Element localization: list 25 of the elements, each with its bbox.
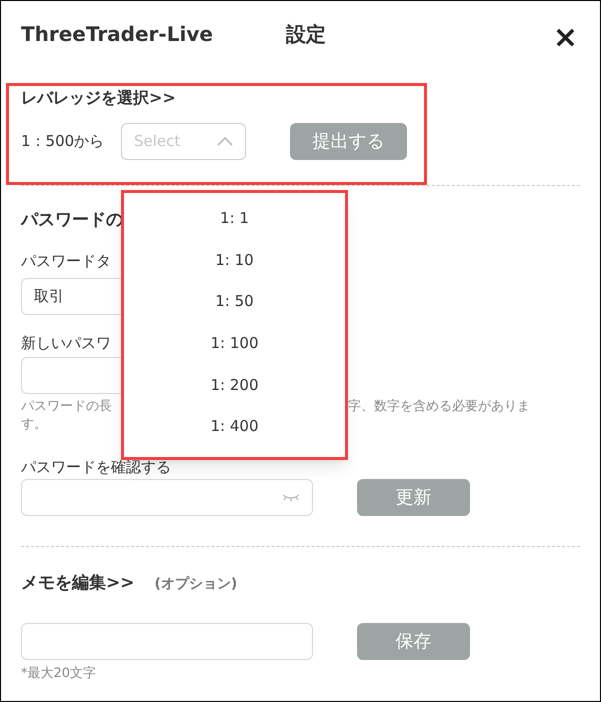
optional-label: (オプション): [154, 574, 238, 594]
section-heading: レバレッジを選択>>: [21, 87, 177, 109]
hint-text: パスワードの長: [21, 398, 113, 416]
closed-eye-icon[interactable]: [282, 494, 300, 502]
hint-text: す。: [21, 416, 47, 434]
text-input[interactable]: [21, 623, 313, 660]
account-name: ThreeTrader-Live: [21, 21, 214, 48]
dropdown-option[interactable]: 1: 50: [124, 290, 345, 332]
hint-text: *最大20文字: [21, 665, 96, 683]
close-button[interactable]: ×: [552, 23, 578, 53]
field-label: 新しいパスワ: [21, 333, 111, 352]
field-value: 取引: [34, 286, 64, 308]
field-label: パスワードを確認する: [21, 457, 171, 476]
dropdown-option[interactable]: 1: 200: [124, 374, 345, 416]
current-leverage: 1：500から: [21, 130, 106, 152]
dropdown-option[interactable]: 1: 100: [124, 332, 345, 374]
dropdown-option[interactable]: 1: 1: [124, 207, 345, 249]
dropdown-option[interactable]: 1: 10: [124, 248, 345, 290]
dropdown-option[interactable]: 1: 400: [124, 415, 345, 458]
section-heading: メモを編集>>: [21, 572, 134, 596]
field-label: パスワードタ: [21, 251, 111, 270]
text-input[interactable]: [21, 479, 313, 516]
hint-text: 字、数字を含める必要がありま: [348, 398, 530, 416]
dialog-title: 設定: [286, 21, 327, 48]
chevron-up-icon: [217, 136, 233, 146]
